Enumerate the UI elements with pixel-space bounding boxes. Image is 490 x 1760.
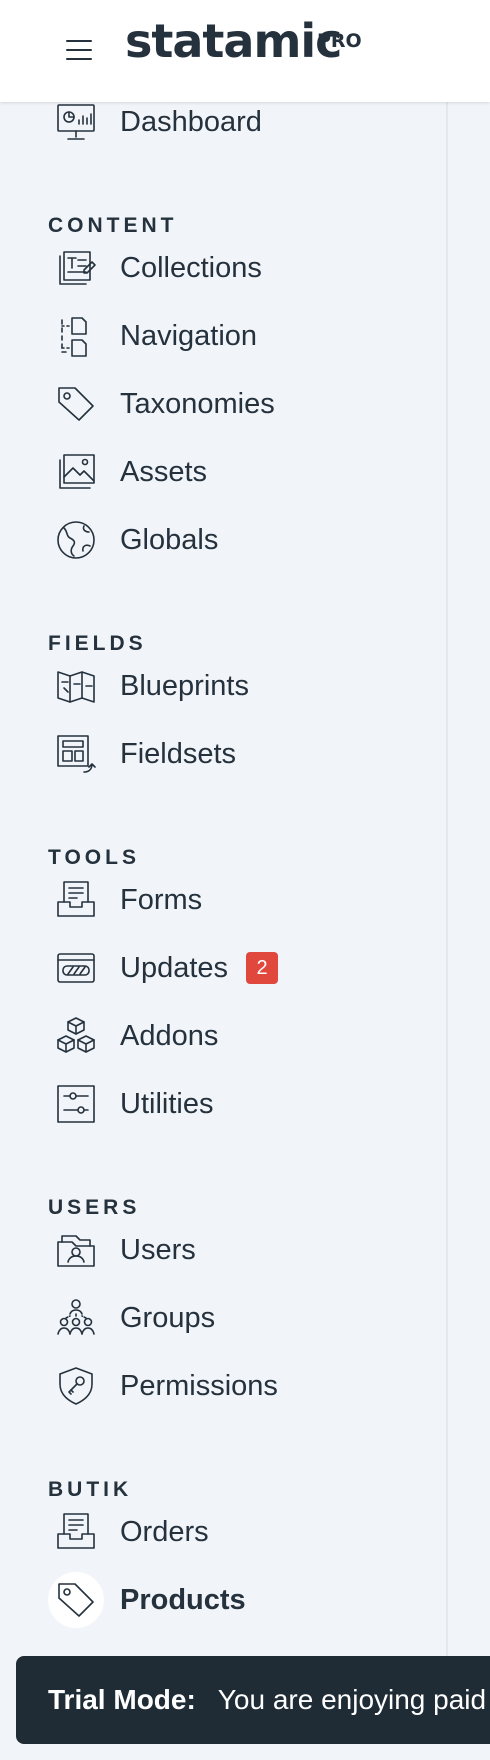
sidebar-item-label: Addons (120, 1019, 219, 1052)
collections-icon (48, 240, 104, 296)
orders-icon (48, 1504, 104, 1560)
blueprints-icon (48, 658, 104, 714)
sidebar-item-label: Navigation (120, 319, 258, 352)
permissions-icon (48, 1358, 104, 1414)
sidebar-item-globals[interactable]: Globals (0, 510, 400, 570)
utilities-icon (48, 1076, 104, 1132)
sidebar-item-assets[interactable]: Assets (0, 442, 400, 502)
sidebar-item-label: Blueprints (120, 669, 249, 702)
sidebar-item-collections[interactable]: Collections (0, 238, 400, 298)
sidebar-item-fieldsets[interactable]: Fieldsets (0, 724, 400, 784)
addons-icon (48, 1008, 104, 1064)
sidebar-item-label: Utilities (120, 1087, 214, 1120)
section-heading-butik: BUTIK (48, 1478, 133, 1501)
sidebar-item-label: Groups (120, 1301, 216, 1334)
users-icon (48, 1222, 104, 1278)
sidebar-item-label: Fieldsets (120, 737, 237, 770)
sidebar-item-label: Globals (120, 523, 219, 556)
taxonomies-icon (48, 376, 104, 432)
sidebar-item-label: Forms (120, 883, 203, 916)
globals-icon (48, 512, 104, 568)
sidebar-item-blueprints[interactable]: Blueprints (0, 656, 400, 716)
top-bar: statamic PRO (0, 0, 490, 102)
navigation-icon (48, 308, 104, 364)
sidebar-item-addons[interactable]: Addons (0, 1006, 400, 1066)
sidebar-item-label: Assets (120, 455, 208, 488)
assets-icon (48, 444, 104, 500)
sidebar-item-label: Permissions (120, 1369, 278, 1402)
fieldsets-icon (48, 726, 104, 782)
section-heading-tools: TOOLS (48, 846, 140, 869)
sidebar-item-forms[interactable]: Forms (0, 870, 400, 930)
section-heading-content: CONTENT (48, 214, 178, 237)
sidebar-item-label: Users (120, 1233, 196, 1266)
sidebar-item-navigation[interactable]: Navigation (0, 306, 400, 366)
sidebar-item-label: Dashboard (120, 105, 262, 138)
updates-count-badge: 2 (246, 952, 278, 984)
groups-icon (48, 1290, 104, 1346)
trial-mode-label: Trial Mode: (48, 1684, 196, 1715)
sidebar-item-taxonomies[interactable]: Taxonomies (0, 374, 400, 434)
trial-mode-banner: Trial Mode: You are enjoying paid (16, 1656, 490, 1744)
sidebar-item-groups[interactable]: Groups (0, 1288, 400, 1348)
sidebar-divider (446, 102, 448, 1662)
sidebar-item-label: Taxonomies (120, 387, 275, 420)
trial-mode-message: You are enjoying paid (217, 1684, 487, 1715)
sidebar-item-orders[interactable]: Orders (0, 1502, 400, 1562)
sidebar-item-users[interactable]: Users (0, 1220, 400, 1280)
statamic-logo[interactable]: statamic (125, 14, 342, 68)
updates-icon (48, 940, 104, 996)
sidebar-item-permissions[interactable]: Permissions (0, 1356, 400, 1416)
sidebar-item-label: Collections (120, 251, 262, 284)
dashboard-icon (48, 94, 104, 150)
section-heading-users: USERS (48, 1196, 141, 1219)
sidebar-item-label: Orders (120, 1515, 209, 1548)
sidebar-item-products[interactable]: Products (0, 1570, 400, 1630)
sidebar-item-utilities[interactable]: Utilities (0, 1074, 400, 1134)
products-icon (48, 1572, 104, 1628)
section-heading-fields: FIELDS (48, 632, 147, 655)
sidebar-item-label: Updates (120, 951, 229, 984)
sidebar-item-label: Products (120, 1583, 246, 1616)
menu-toggle-icon[interactable] (64, 38, 96, 62)
forms-icon (48, 872, 104, 928)
edition-label: PRO (317, 30, 362, 52)
sidebar-item-updates[interactable]: Updates 2 (0, 938, 400, 998)
